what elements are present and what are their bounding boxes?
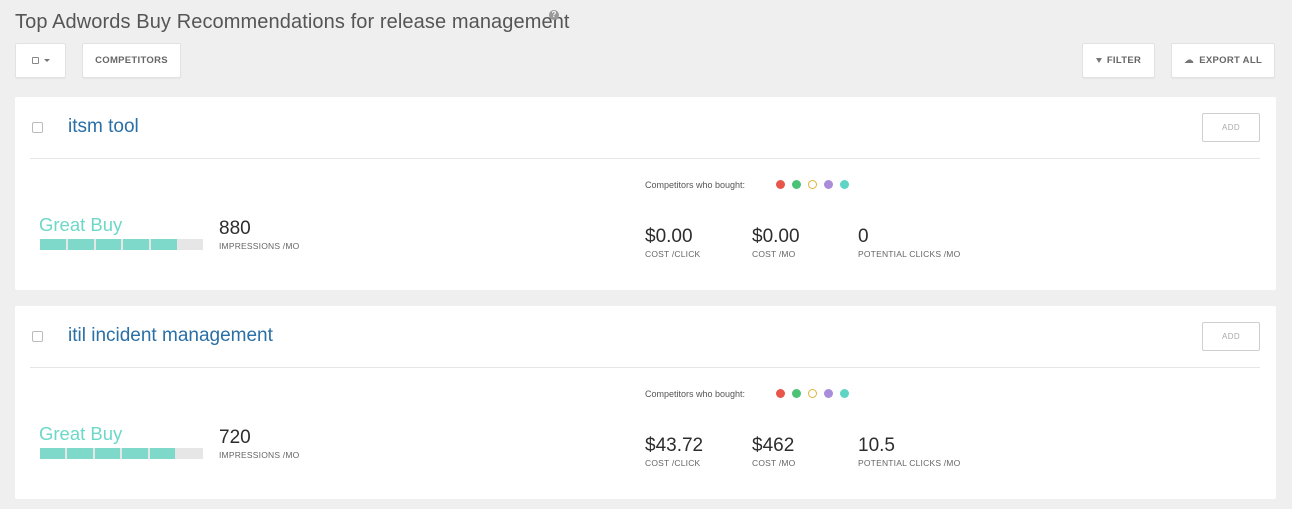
meter-segment [40,448,66,459]
meter-segment [122,448,148,459]
meter-segment [149,448,176,459]
impressions-label: IMPRESSIONS /MO [219,450,300,460]
filter-button[interactable]: FILTER [1082,43,1155,78]
divider [30,367,1260,368]
cost-per-month-label: COST /MO [752,249,796,259]
filter-icon [1095,58,1102,63]
competitor-dot[interactable] [824,180,833,189]
keyword-checkbox[interactable] [32,331,43,342]
potential-clicks-value: 10.5 [858,435,895,456]
rating-label: Great Buy [39,214,123,235]
add-button[interactable]: ADD [1202,113,1260,142]
competitor-dots [776,180,849,189]
cost-per-click-value: $0.00 [645,226,693,247]
export-label: EXPORT ALL [1199,55,1263,66]
page-title: Top Adwords Buy Recommendations for rele… [15,11,570,33]
competitor-dot[interactable] [808,389,817,398]
keyword-title[interactable]: itil incident management [68,325,273,347]
cost-per-click-value: $43.72 [645,435,704,456]
divider [30,158,1260,159]
rating-meter-fill [40,239,177,250]
cloud-download-icon: ☁ [1183,55,1195,66]
impressions-label: IMPRESSIONS /MO [219,241,300,251]
cost-per-month-value: $462 [752,435,795,456]
filter-label: FILTER [1106,55,1142,66]
competitor-dot[interactable] [808,180,817,189]
competitors-bought-label: Competitors who bought: [645,180,746,190]
competitor-dots [776,389,849,398]
rating-meter [40,239,203,250]
competitor-dot[interactable] [776,389,785,398]
competitor-dot[interactable] [792,180,801,189]
keyword-checkbox[interactable] [32,122,43,133]
competitors-label: COMPETITORS [95,55,168,66]
select-all-dropdown[interactable] [15,43,66,78]
checkbox-icon [31,57,39,64]
meter-segment [67,448,93,459]
potential-clicks-value: 0 [858,226,869,247]
keyword-card: itil incident management ADD Competitors… [15,306,1276,499]
competitors-bought-label: Competitors who bought: [645,389,746,399]
impressions-value: 880 [219,218,251,239]
export-all-button[interactable]: ☁ EXPORT ALL [1171,43,1275,78]
rating-label: Great Buy [39,423,123,444]
competitor-dot[interactable] [824,389,833,398]
rating-meter-fill [40,448,176,459]
meter-segment [94,448,121,459]
competitors-button[interactable]: COMPETITORS [82,43,181,78]
chevron-down-icon [43,59,50,62]
competitor-dot[interactable] [840,389,849,398]
cost-per-month-label: COST /MO [752,458,796,468]
keyword-card: itsm tool ADD Competitors who bought: Gr… [15,97,1276,290]
potential-clicks-label: POTENTIAL CLICKS /MO [858,249,961,259]
meter-segment [95,239,122,250]
competitor-dot[interactable] [776,180,785,189]
meter-segment [67,239,94,250]
potential-clicks-label: POTENTIAL CLICKS /MO [858,458,961,468]
keyword-title[interactable]: itsm tool [68,116,139,138]
cost-per-month-value: $0.00 [752,226,800,247]
meter-segment [40,239,66,250]
meter-segment [151,239,177,250]
competitor-dot[interactable] [840,180,849,189]
impressions-value: 720 [219,427,251,448]
competitor-dot[interactable] [792,389,801,398]
help-icon[interactable]: ? [549,10,559,20]
cost-per-click-label: COST /CLICK [645,458,701,468]
meter-segment [123,239,150,250]
add-button[interactable]: ADD [1202,322,1260,351]
cost-per-click-label: COST /CLICK [645,249,701,259]
rating-meter [40,448,203,459]
